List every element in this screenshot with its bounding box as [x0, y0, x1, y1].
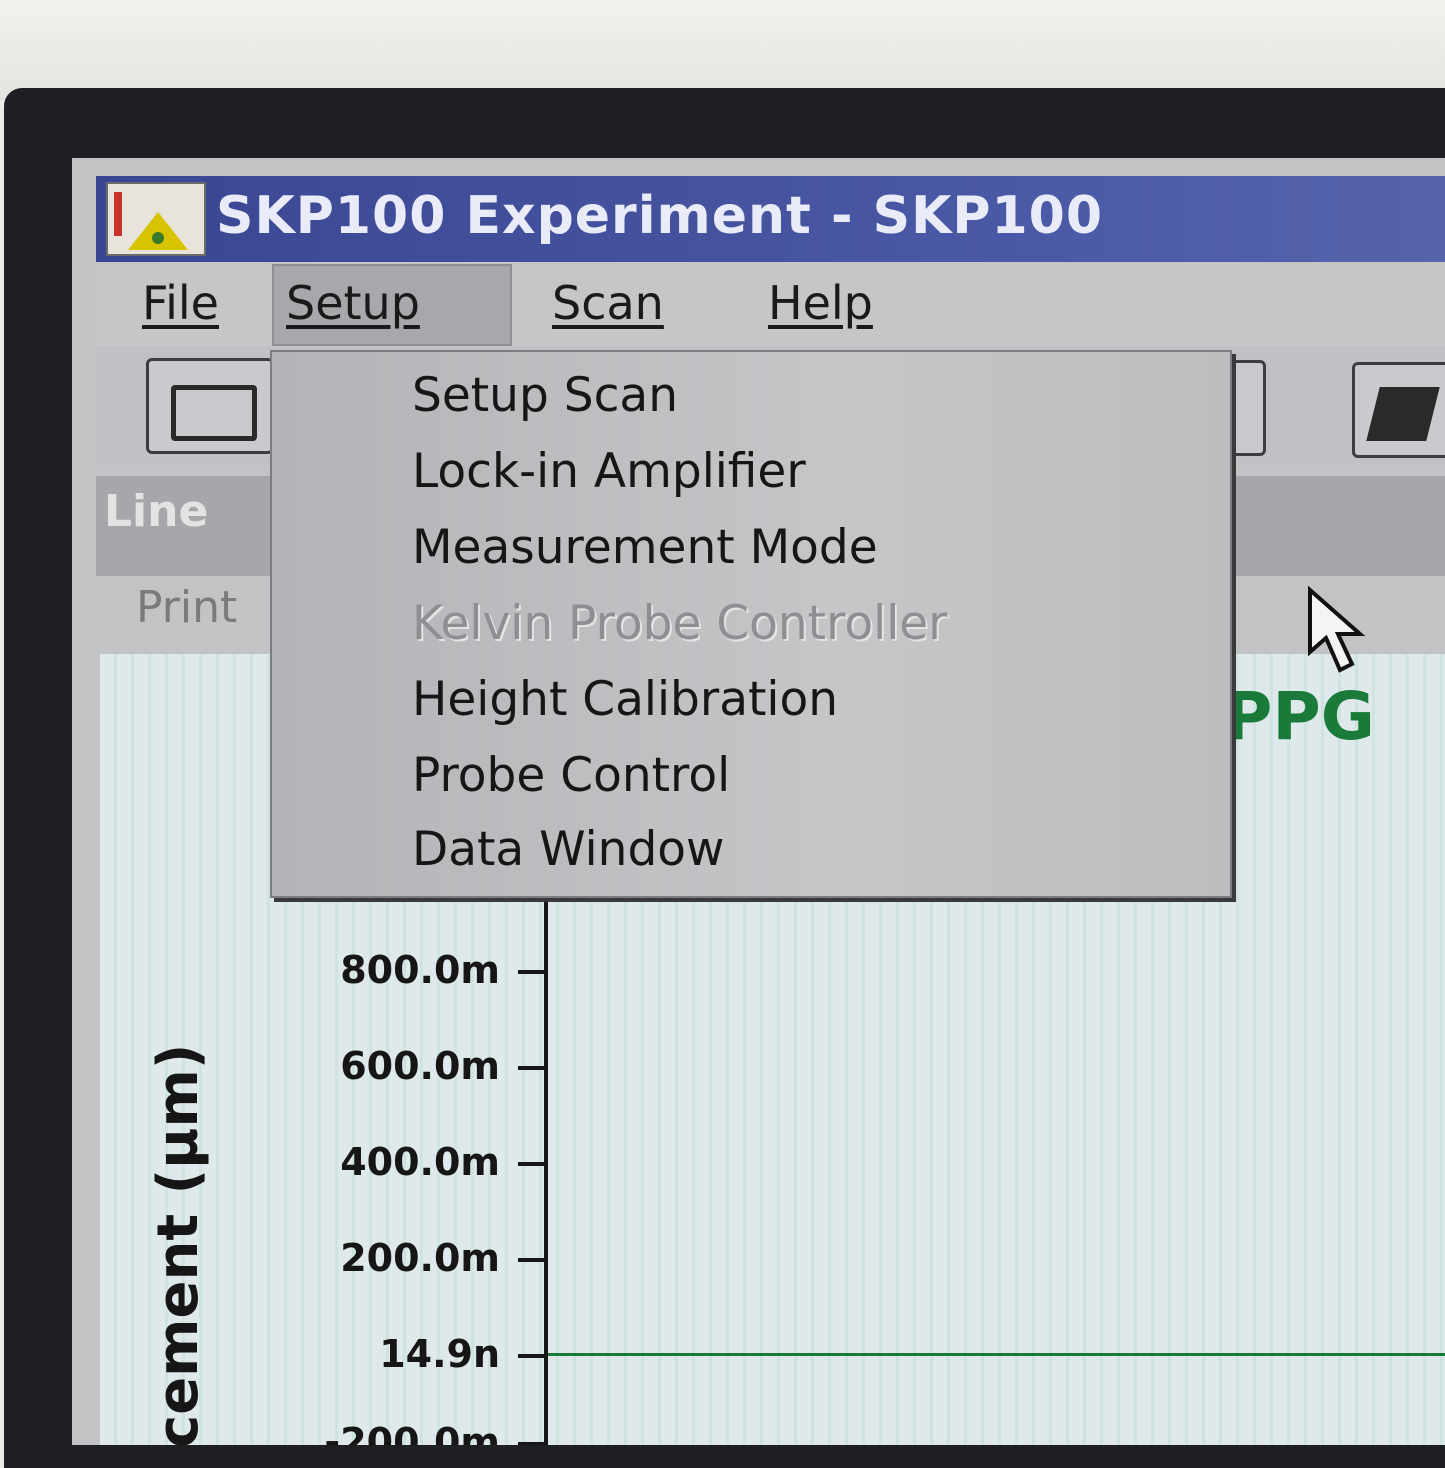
toolbar-3d-icon: [1366, 387, 1440, 441]
menu-item-height-calibration[interactable]: Height Calibration: [412, 672, 838, 727]
y-tick: [518, 1354, 546, 1358]
y-tick: [518, 970, 546, 974]
y-axis-title: cement (µm): [146, 1043, 211, 1445]
menu-item-data-window[interactable]: Data Window: [412, 822, 724, 877]
menu-help[interactable]: Help: [756, 276, 885, 330]
print-button[interactable]: Print: [136, 582, 237, 633]
menu-item-probe-control[interactable]: Probe Control: [412, 748, 730, 803]
menu-item-setup-scan[interactable]: Setup Scan: [412, 368, 678, 423]
menu-item-measurement-mode[interactable]: Measurement Mode: [412, 520, 878, 575]
setup-dropdown-menu: Setup Scan Lock-in Amplifier Measurement…: [270, 350, 1232, 898]
menu-file[interactable]: File: [130, 276, 231, 330]
menu-bar: File Setup Scan Help: [96, 262, 1445, 346]
app-logo-icon: [106, 182, 206, 256]
toolbar-3d-button[interactable]: [1352, 362, 1445, 458]
y-tick-label: 200.0m: [340, 1236, 500, 1280]
y-tick: [518, 1162, 546, 1166]
y-tick-label: 400.0m: [340, 1140, 500, 1184]
menu-scan[interactable]: Scan: [540, 276, 676, 330]
arrow-cursor-icon: [1308, 586, 1366, 673]
app-window: SKP100 Experiment - SKP100 File Setup Sc…: [72, 158, 1445, 1445]
title-bar: SKP100 Experiment - SKP100: [96, 176, 1445, 262]
menu-item-lock-in-amplifier[interactable]: Lock-in Amplifier: [412, 444, 806, 499]
y-tick-label: 800.0m: [340, 948, 500, 992]
y-tick: [518, 1066, 546, 1070]
data-trace: [548, 1353, 1445, 1356]
plot-label: PPG: [1224, 678, 1375, 755]
menu-setup[interactable]: Setup: [272, 264, 512, 346]
window-title: SKP100 Experiment - SKP100: [216, 186, 1104, 246]
open-folder-icon: [171, 385, 257, 441]
line-tab[interactable]: Line: [104, 486, 208, 537]
y-tick-label: 600.0m: [340, 1044, 500, 1088]
open-button[interactable]: [146, 358, 274, 454]
y-tick-label: -200.0m: [324, 1420, 500, 1445]
background-wall: [0, 0, 1445, 100]
menu-item-kelvin-probe-controller: Kelvin Probe Controller: [412, 596, 948, 651]
y-tick: [518, 1258, 546, 1262]
y-tick-label: 14.9n: [379, 1332, 500, 1376]
